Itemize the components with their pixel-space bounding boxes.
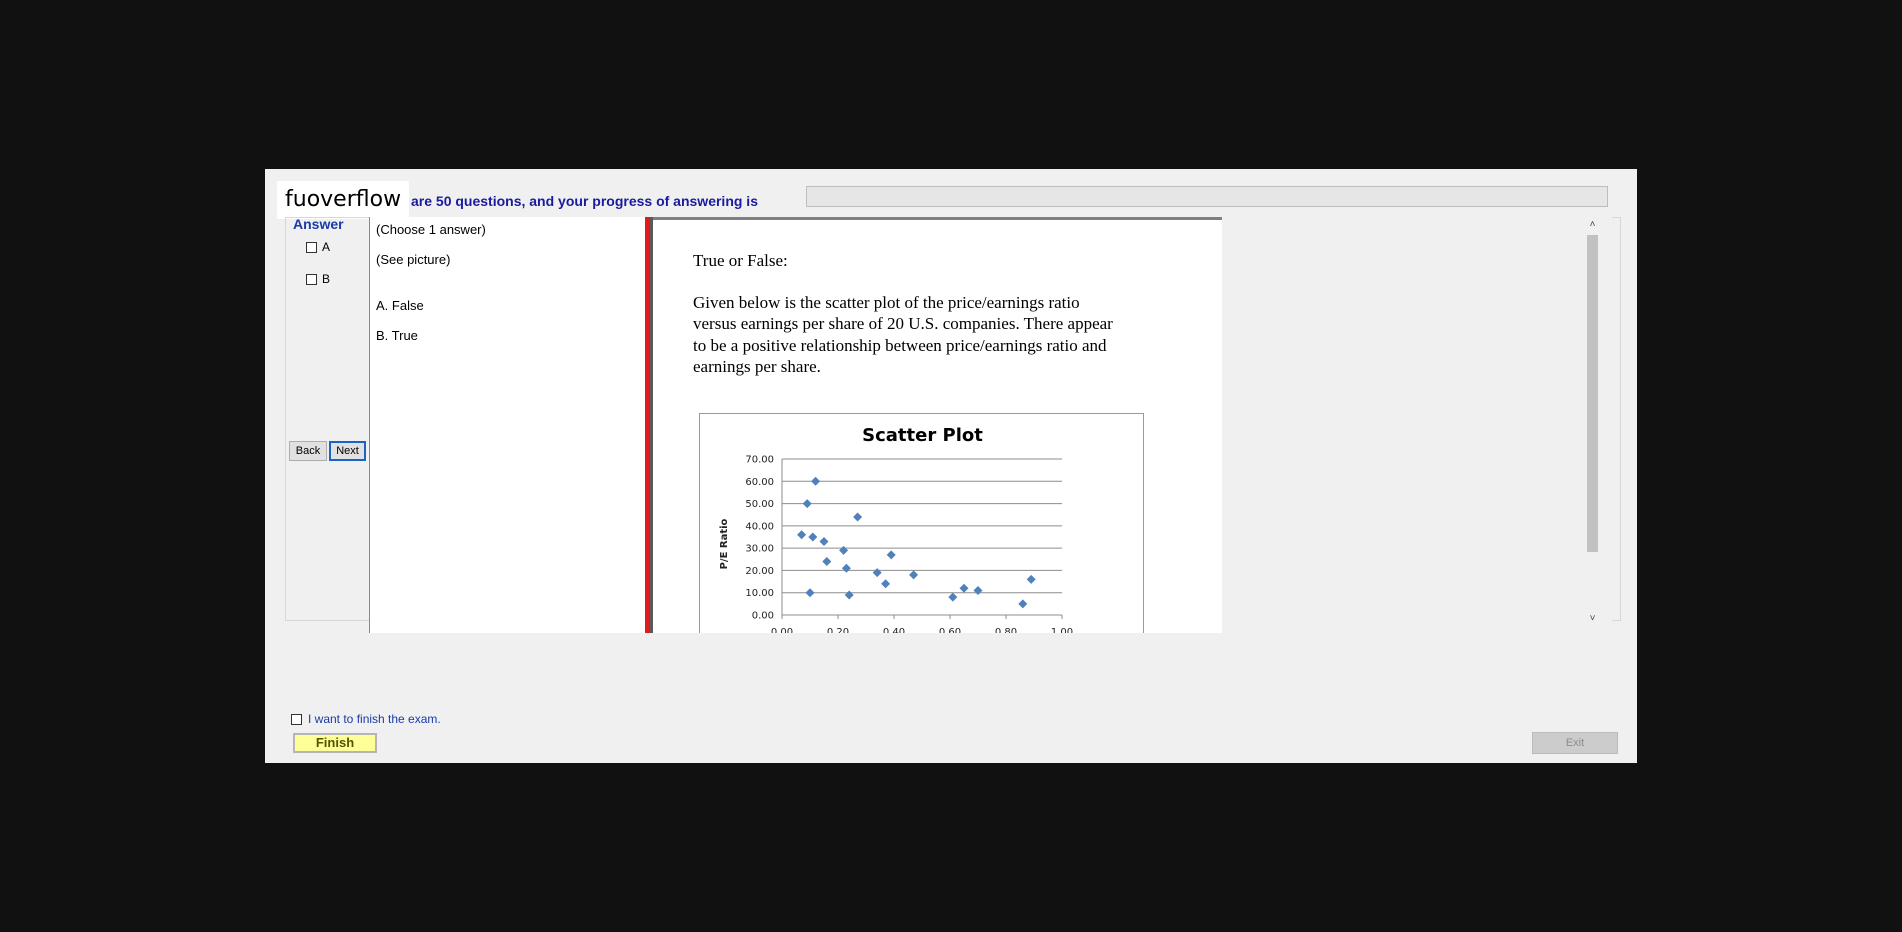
scatter-point	[819, 536, 829, 546]
y-tick-label: 50.00	[745, 499, 774, 510]
chevron-up-icon[interactable]: ˄	[1584, 219, 1601, 233]
vertical-scrollbar[interactable]: ˄ ˅	[1584, 217, 1601, 633]
scatter-point	[797, 530, 807, 540]
progress-text: are 50 questions, and your progress of a…	[411, 193, 758, 209]
exam-window: fuoverflow are 50 questions, and your pr…	[265, 169, 1637, 763]
answer-option-a[interactable]: A	[306, 239, 330, 255]
answer-a-checkbox[interactable]	[306, 241, 317, 253]
y-tick-label: 0.00	[752, 611, 774, 622]
scatter-point	[872, 568, 882, 578]
finish-checkbox-label: I want to finish the exam.	[308, 712, 441, 726]
y-tick-label: 60.00	[745, 477, 774, 488]
question-document: True or False: Given below is the scatte…	[653, 217, 1222, 633]
answer-a-label: A	[322, 240, 331, 254]
scatter-point	[973, 585, 983, 595]
x-tick-label: 0.60	[939, 627, 961, 633]
scatter-point	[909, 570, 919, 580]
choice-b: B. True	[376, 328, 418, 343]
scatter-chart: Scatter Plot 0.00 10.00 20.00 30.00 40.00 50.…	[699, 413, 1144, 633]
scatter-point	[808, 532, 818, 542]
x-tick-label: 1.00	[1051, 627, 1073, 633]
y-tick-label: 40.00	[745, 521, 774, 532]
y-tick-label: 20.00	[745, 566, 774, 577]
question-line: to be a positive relationship between pr…	[693, 336, 1107, 355]
y-tick-label: 30.00	[745, 544, 774, 555]
choices-panel: (Choose 1 answer) (See picture) A. False…	[369, 217, 648, 633]
scatter-point	[1026, 574, 1036, 584]
x-tick-label: 0.80	[995, 627, 1017, 633]
finish-checkbox[interactable]	[291, 713, 302, 725]
scatter-point	[802, 499, 812, 509]
question-line: versus earnings per share of 20 U.S. com…	[693, 314, 1113, 333]
question-heading: True or False:	[693, 251, 788, 270]
scatter-point	[844, 590, 854, 600]
x-tick-label: 0.40	[883, 627, 905, 633]
y-tick-label: 70.00	[745, 455, 774, 466]
answer-option-b[interactable]: B	[306, 271, 330, 287]
choice-a: A. False	[376, 298, 424, 313]
back-button[interactable]: Back	[289, 441, 327, 461]
scrollbar-thumb[interactable]	[1587, 235, 1598, 552]
chart-svg: 0.00 10.00 20.00 30.00 40.00 50.00 60.00 70.00 0…	[719, 455, 1073, 634]
choices-note: (See picture)	[376, 252, 451, 267]
scatter-point	[881, 579, 891, 589]
answer-b-checkbox[interactable]	[306, 273, 317, 285]
scatter-point	[805, 588, 815, 598]
progress-bar	[806, 186, 1608, 207]
question-line: earnings per share.	[693, 357, 821, 376]
scatter-point	[886, 550, 896, 560]
y-tick-label: 10.00	[745, 588, 774, 599]
choices-instruction: (Choose 1 answer)	[376, 222, 486, 237]
finish-confirmation[interactable]: I want to finish the exam.	[291, 712, 441, 726]
x-tick-label: 0.20	[827, 627, 849, 633]
question-line: Given below is the scatter plot of the p…	[693, 293, 1080, 312]
scatter-point	[1018, 599, 1028, 609]
y-axis-label: P/E Ratio	[719, 518, 730, 569]
scatter-point	[811, 476, 821, 486]
next-button[interactable]: Next	[329, 441, 366, 461]
finish-button[interactable]: Finish	[293, 733, 377, 753]
scatter-point	[839, 545, 849, 555]
answer-column: Answer A B	[279, 213, 363, 638]
answer-title: Answer	[293, 216, 344, 232]
scatter-point	[959, 583, 969, 593]
answer-b-label: B	[322, 272, 331, 286]
scatter-point	[948, 592, 958, 602]
scatter-point	[841, 563, 851, 573]
scatter-point	[853, 512, 863, 522]
question-pane: True or False: Given below is the scatte…	[653, 217, 1612, 633]
chevron-down-icon[interactable]: ˅	[1584, 613, 1601, 627]
scatter-point	[822, 557, 832, 567]
chart-points	[797, 476, 1036, 609]
x-tick-label: 0.00	[771, 627, 793, 633]
exit-button[interactable]: Exit	[1532, 732, 1618, 754]
